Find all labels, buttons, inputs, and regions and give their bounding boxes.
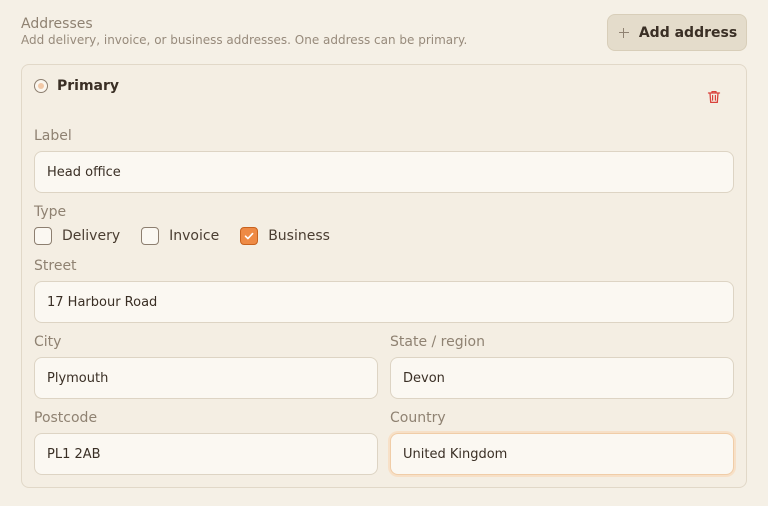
- business-checkbox-box[interactable]: [240, 227, 259, 245]
- section-subtitle: Add delivery, invoice, or business addre…: [21, 33, 468, 47]
- trash-icon[interactable]: [706, 89, 722, 105]
- city-input[interactable]: [34, 357, 378, 399]
- type-label: Type: [34, 204, 67, 220]
- invoice-checkbox-box[interactable]: [141, 227, 160, 245]
- state-input[interactable]: [390, 357, 734, 399]
- street-label: Street: [34, 258, 77, 274]
- delivery-label: Delivery: [62, 228, 121, 244]
- delivery-checkbox[interactable]: Delivery: [34, 227, 120, 245]
- plus-icon: [617, 26, 631, 40]
- invoice-checkbox[interactable]: Invoice: [141, 227, 219, 245]
- state-label: State / region: [390, 334, 485, 350]
- label-input[interactable]: [34, 151, 734, 193]
- add-address-button[interactable]: Add address: [607, 14, 747, 51]
- postcode-label: Postcode: [34, 410, 98, 426]
- primary-radio-indicator[interactable]: [34, 79, 48, 93]
- business-label: Business: [268, 228, 330, 244]
- postcode-input[interactable]: [34, 433, 378, 475]
- section-title: Addresses: [21, 16, 93, 32]
- country-label: Country: [390, 410, 446, 426]
- business-checkbox[interactable]: Business: [240, 227, 330, 245]
- add-address-label: Add address: [638, 24, 738, 41]
- delivery-checkbox-box[interactable]: [34, 227, 52, 245]
- street-input[interactable]: [34, 281, 734, 323]
- addresses-page: Addresses Add delivery, invoice, or busi…: [0, 0, 768, 506]
- primary-radio[interactable]: Primary: [34, 78, 119, 94]
- city-label: City: [34, 334, 62, 350]
- type-checkbox-group: Delivery Invoice Business: [34, 227, 351, 245]
- invoice-label: Invoice: [169, 228, 220, 244]
- primary-label: Primary: [57, 78, 120, 94]
- country-input[interactable]: [390, 433, 734, 475]
- address-card: [21, 64, 747, 488]
- label-field-label: Label: [34, 128, 72, 144]
- checkmark-icon: [244, 232, 254, 240]
